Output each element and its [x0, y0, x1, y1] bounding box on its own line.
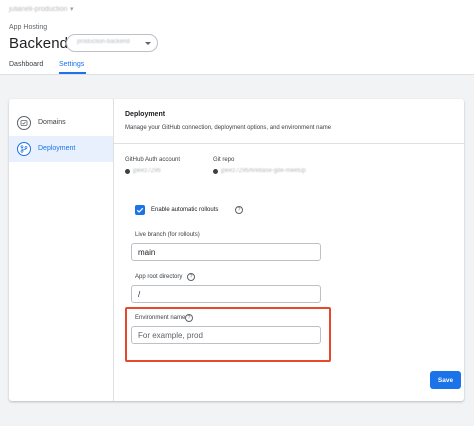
app-root-label: App root directory — [135, 274, 183, 280]
help-icon[interactable]: ? — [185, 314, 193, 322]
deployment-pane: Deployment Manage your GitHub connection… — [114, 99, 464, 401]
github-auth-label: GitHub Auth account — [125, 157, 181, 163]
sidebar-item-label: Domains — [38, 119, 66, 126]
pane-description: Manage your GitHub connection, deploymen… — [125, 125, 332, 131]
caret-down-icon — [145, 42, 151, 45]
backend-selector-value: production-backend — [77, 39, 130, 45]
save-button[interactable]: Save — [430, 371, 461, 389]
live-branch-label: Live branch (for rollouts) — [135, 232, 200, 238]
pane-title: Deployment — [125, 111, 166, 118]
environment-name-label: Environment name — [135, 315, 186, 321]
environment-name-input[interactable] — [131, 326, 321, 344]
sidebar-item-label: Deployment — [38, 145, 76, 152]
sidebar-item-deployment[interactable]: Deployment — [9, 136, 113, 162]
github-auth-value: jpeez7296 — [133, 168, 161, 174]
section-label: App Hosting — [9, 24, 48, 31]
divider — [114, 143, 464, 144]
tab-settings[interactable]: Settings — [59, 61, 84, 68]
auto-rollouts-label: Enable automatic rollouts — [151, 207, 219, 213]
project-name[interactable]: julianeli-production — [9, 6, 67, 13]
chevron-down-icon[interactable]: ▾ — [70, 5, 74, 13]
settings-card: Domains Deployment Deployment Manage you… — [9, 99, 464, 401]
git-repo-label: Git repo — [213, 157, 235, 163]
github-icon — [125, 169, 130, 174]
git-repo-value: jpeez7296/firebase-gde-meetup — [221, 168, 306, 174]
domains-icon — [17, 116, 31, 130]
tab-dashboard[interactable]: Dashboard — [9, 61, 43, 68]
help-icon[interactable]: ? — [187, 273, 195, 281]
settings-nav: Domains Deployment — [9, 99, 114, 401]
github-icon — [213, 169, 218, 174]
tab-bar: Dashboard Settings — [0, 60, 474, 74]
app-root-input[interactable] — [131, 285, 321, 303]
backend-selector[interactable]: production-backend — [66, 34, 158, 52]
branch-icon — [17, 142, 31, 156]
page-title: Backend — [9, 35, 69, 52]
help-icon[interactable]: ? — [235, 206, 243, 214]
sidebar-item-domains[interactable]: Domains — [9, 110, 113, 136]
live-branch-input[interactable] — [131, 243, 321, 261]
auto-rollouts-checkbox[interactable] — [135, 205, 145, 215]
